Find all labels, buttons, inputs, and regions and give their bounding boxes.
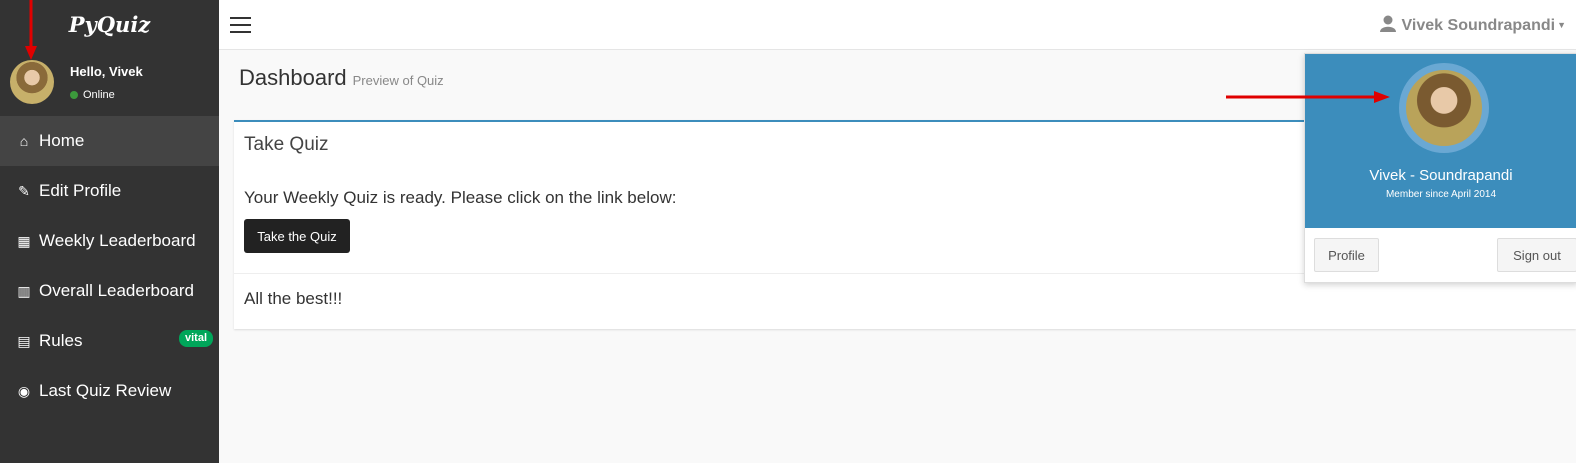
user-menu-name: Vivek Soundrapandi [1401,17,1556,34]
sidebar-item-label: Last Quiz Review [39,381,172,400]
greeting: Hello, Vivek [70,64,143,79]
sidebar-menu: ⌂ Home ✎ Edit Profile ▦ Weekly Leaderboard … [0,116,219,416]
sidebar-item-label: Rules [39,331,83,350]
annotation-arrow-down-icon [25,0,37,60]
avatar [1399,63,1489,153]
sidebar-item-label: Home [39,131,85,150]
dropdown-user-name: Vivek - Soundrapandi [1369,167,1513,184]
caret-down-icon: ▼ [1557,20,1566,30]
user-menu-toggle[interactable]: Vivek Soundrapandi ▼ [1379,15,1566,35]
profile-button[interactable]: Profile [1314,238,1379,272]
sidebar-item-label: Overall Leaderboard [39,281,194,300]
sidebar-item-label: Edit Profile [39,181,122,200]
bar-chart-icon: ▥ [17,283,31,299]
annotation-arrow-right-icon [1226,91,1390,103]
box-title: Take Quiz [244,134,329,155]
hamburger-menu-icon[interactable] [230,17,251,38]
status-dot-icon [70,91,78,99]
member-since: Member since April 2014 [1385,189,1497,200]
user-dropdown-header: Vivek - Soundrapandi Member since April … [1305,54,1576,228]
top-header: Vivek Soundrapandi ▼ [219,0,1576,50]
sidebar-item-rules[interactable]: ▤ Rules vital [0,316,219,366]
home-icon: ⌂ [19,133,29,149]
page-subtitle: Preview of Quiz [352,73,444,88]
status-badge: vital [178,330,213,347]
user-dropdown: Vivek - Soundrapandi Member since April … [1304,53,1576,283]
sidebar-item-overall-leaderboard[interactable]: ▥ Overall Leaderboard [0,266,219,316]
sidebar-item-last-quiz-review[interactable]: ◉ Last Quiz Review [0,366,219,416]
box-text: Your Weekly Quiz is ready. Please click … [244,188,677,207]
footer-text: All the best!!! [244,289,343,308]
sidebar-item-edit-profile[interactable]: ✎ Edit Profile [0,166,219,216]
sidebar: PyQuiz Hello, Vivek Online ⌂ Home ✎ Edit P… [0,0,219,463]
page-title: Dashboard Preview of Quiz [239,65,444,91]
edit-icon: ✎ [18,183,30,199]
book-icon: ▤ [17,333,31,349]
take-quiz-button[interactable]: Take the Quiz [244,219,350,253]
online-label: Online [83,89,115,101]
sign-out-button[interactable]: Sign out [1497,238,1576,272]
page-title-text: Dashboard [239,65,347,90]
sidebar-item-weekly-leaderboard[interactable]: ▦ Weekly Leaderboard [0,216,219,266]
sidebar-item-label: Weekly Leaderboard [39,231,196,250]
table-icon: ▦ [17,233,31,249]
user-icon [1379,15,1396,32]
online-status: Online [70,89,115,101]
sidebar-item-home[interactable]: ⌂ Home [0,116,219,166]
eye-icon: ◉ [17,383,31,399]
avatar [10,60,54,104]
